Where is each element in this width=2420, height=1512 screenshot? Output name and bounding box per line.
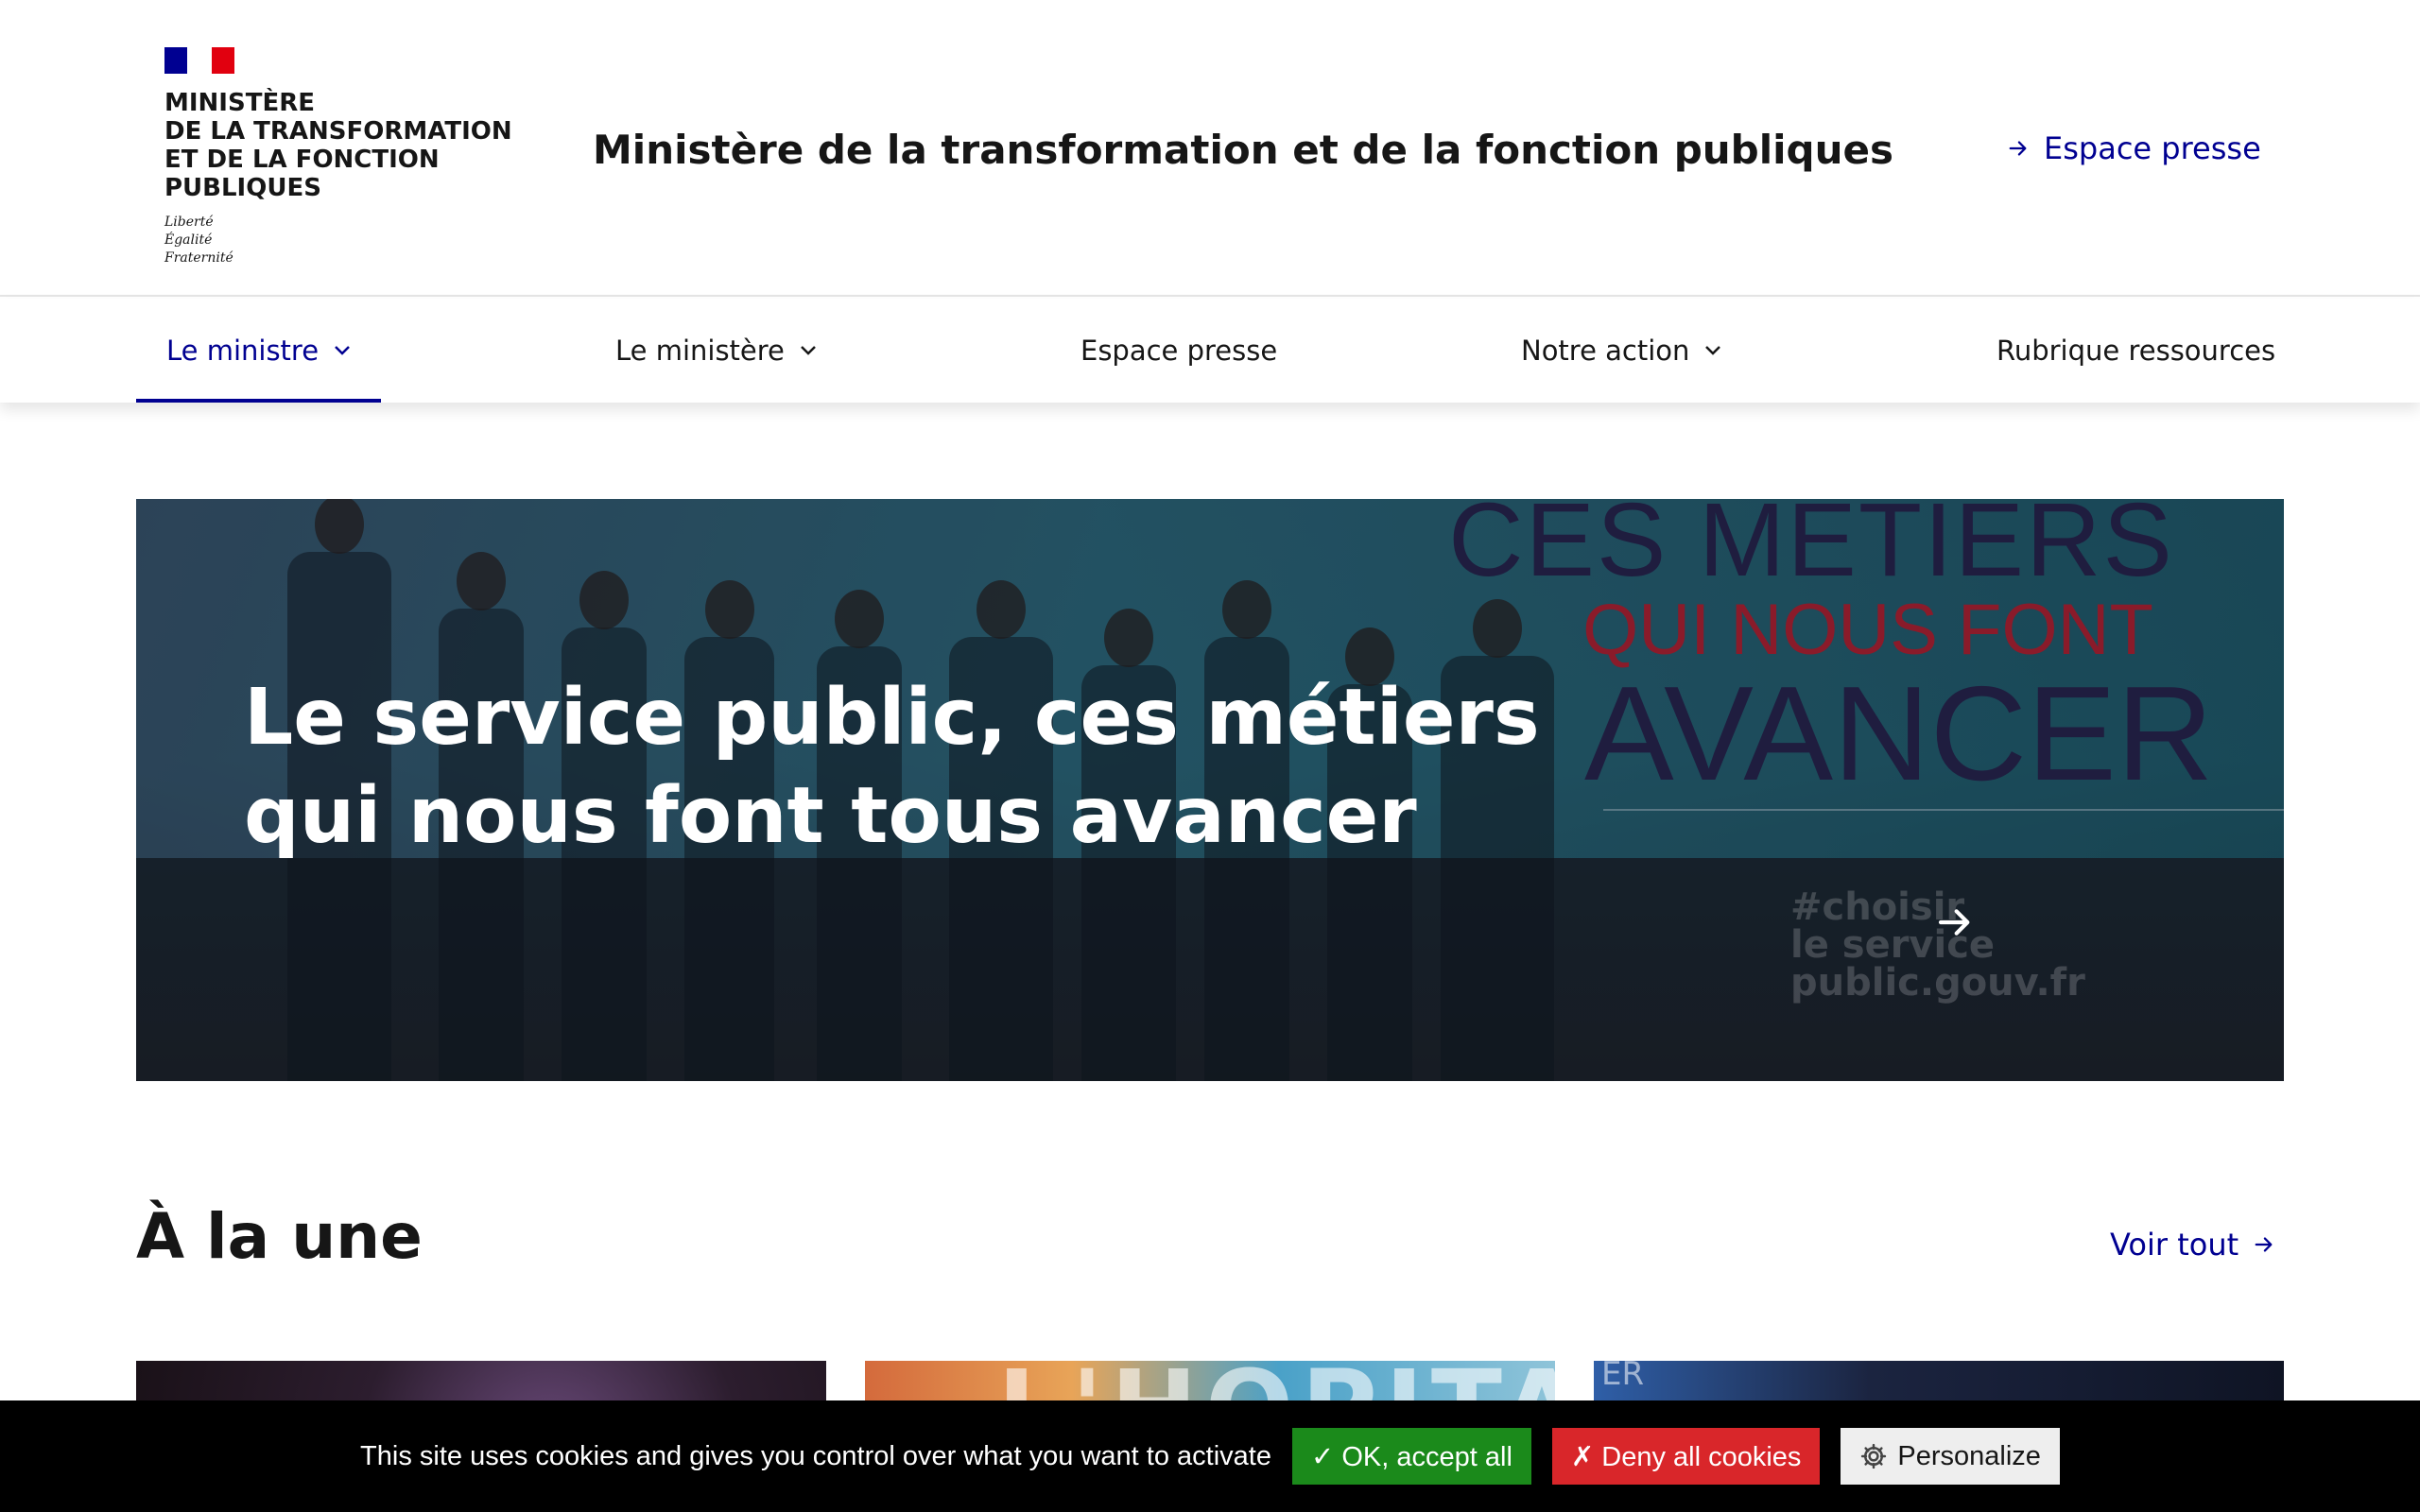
see-all-label: Voir tout	[2110, 1227, 2239, 1263]
card-image-text: ER	[1601, 1361, 1645, 1393]
nav-item-label: Le ministère	[615, 335, 785, 367]
arrow-right-icon	[2009, 141, 2027, 156]
header-espace-presse-label: Espace presse	[2044, 130, 2261, 166]
arrow-right-icon[interactable]	[1936, 903, 1974, 941]
arrow-right-icon	[2255, 1237, 2273, 1252]
nav-item-le-ministre[interactable]: Le ministre	[135, 299, 382, 403]
logo-ministry-name: MINISTÈRE DE LA TRANSFORMATION ET DE LA …	[164, 89, 512, 202]
cookie-consent-bar: This site uses cookies and gives you con…	[0, 1400, 2420, 1512]
nav-item-label: Notre action	[1521, 335, 1690, 367]
chevron-down-icon	[1705, 346, 1721, 355]
site-title[interactable]: Ministère de la transformation et de la …	[593, 127, 1893, 173]
nav-item-label: Le ministre	[166, 335, 320, 367]
hero-banner[interactable]: CES METIERS QUI NOUS FONT AVANCER #chois…	[136, 499, 2284, 1081]
site-header: MINISTÈRE DE LA TRANSFORMATION ET DE LA …	[0, 0, 2420, 297]
personalize-cookies-button[interactable]: Personalize	[1841, 1428, 2060, 1485]
campaign-divider	[1603, 809, 2284, 811]
personalize-label: Personalize	[1897, 1440, 2041, 1471]
accept-all-label: ✓ OK, accept all	[1311, 1441, 1512, 1472]
nav-item-le-ministere[interactable]: Le ministère	[615, 299, 817, 403]
gear-icon	[1861, 1443, 1887, 1469]
campaign-line-3: AVANCER	[1584, 659, 2214, 809]
ministry-logo[interactable]: MINISTÈRE DE LA TRANSFORMATION ET DE LA …	[164, 47, 524, 267]
deny-all-label: ✗ Deny all cookies	[1570, 1441, 1802, 1472]
nav-item-notre-action[interactable]: Notre action	[1521, 299, 1721, 403]
campaign-line-1: CES METIERS	[1448, 499, 2174, 598]
chevron-down-icon	[801, 346, 816, 355]
deny-all-cookies-button[interactable]: ✗ Deny all cookies	[1551, 1428, 1821, 1485]
section-title: À la une	[136, 1200, 423, 1273]
nav-item-rubrique-ressources[interactable]: Rubrique ressources	[1996, 299, 2275, 403]
cookie-message: This site uses cookies and gives you con…	[360, 1440, 1271, 1471]
see-all-link[interactable]: Voir tout	[2110, 1227, 2274, 1263]
nav-item-espace-presse[interactable]: Espace presse	[1080, 299, 1277, 403]
nav-item-label: Espace presse	[1080, 335, 1278, 367]
hero-title[interactable]: Le service public, ces métiers qui nous …	[244, 669, 1548, 866]
nav-item-label: Rubrique ressources	[1996, 335, 2276, 367]
republic-motto: Liberté Égalité Fraternité	[164, 215, 233, 266]
marianne-flag-icon	[164, 47, 234, 74]
accept-all-cookies-button[interactable]: ✓ OK, accept all	[1292, 1428, 1531, 1485]
chevron-down-icon	[335, 346, 350, 355]
header-espace-presse-link[interactable]: Espace presse	[2008, 130, 2261, 166]
main-navigation: Le ministre Le ministère Espace presse N…	[0, 299, 2420, 403]
